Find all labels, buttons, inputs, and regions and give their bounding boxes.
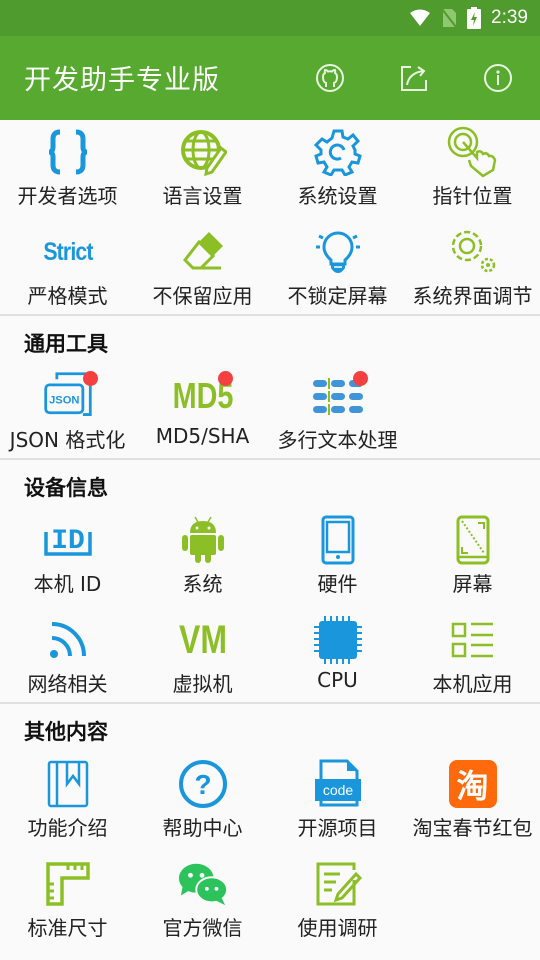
vm-icon: VM	[178, 617, 227, 662]
tools-grid: JSON JSON 格式化 MD5 MD5/SHA 多行文本处理	[0, 364, 540, 464]
section-title-tools: 通用工具	[24, 332, 108, 356]
cpu-item[interactable]: CPU	[270, 608, 405, 708]
system-settings-item[interactable]: 系统设置	[270, 120, 405, 220]
app-list-icon	[447, 614, 499, 666]
info-icon	[484, 64, 512, 92]
virtual-machine-item[interactable]: VM 虚拟机	[135, 608, 270, 708]
id-icon: ID	[42, 514, 94, 566]
new-badge	[82, 371, 98, 386]
open-source-item[interactable]: code 开源项目	[270, 752, 405, 852]
no-sim-icon	[441, 8, 457, 28]
multiline-text-icon	[312, 370, 368, 422]
cpu-icon	[312, 614, 364, 666]
json-icon: JSON	[42, 370, 98, 422]
svg-text:code: code	[322, 782, 353, 798]
language-settings-item[interactable]: 语言设置	[135, 120, 270, 220]
stay-awake-item[interactable]: 不锁定屏幕	[270, 220, 405, 320]
gear-icon	[312, 126, 364, 178]
standard-size-item[interactable]: 标准尺寸	[0, 852, 135, 952]
strict-text-icon: Strict	[42, 237, 93, 266]
wechat-icon	[177, 858, 229, 910]
new-badge	[217, 371, 233, 386]
eraser-icon	[177, 226, 229, 278]
touch-icon	[447, 126, 499, 178]
phone-icon	[312, 514, 364, 566]
help-center-item[interactable]: ? 帮助中心	[135, 752, 270, 852]
app-bar: 开发助手专业版	[0, 36, 540, 120]
pointer-location-item[interactable]: 指针位置	[405, 120, 540, 220]
network-item[interactable]: 网络相关	[0, 608, 135, 708]
md5-sha-item[interactable]: MD5 MD5/SHA	[135, 364, 270, 464]
installed-apps-item[interactable]: 本机应用	[405, 608, 540, 708]
developer-options-item[interactable]: 开发者选项	[0, 120, 135, 220]
new-badge	[352, 371, 368, 386]
braces-icon	[42, 126, 94, 178]
screen-item[interactable]: 屏幕	[405, 508, 540, 608]
android-icon	[177, 514, 229, 566]
survey-item[interactable]: 使用调研	[270, 852, 405, 952]
svg-text:JSON: JSON	[49, 394, 79, 406]
dont-keep-activities-item[interactable]: 不保留应用	[135, 220, 270, 320]
share-icon	[401, 66, 427, 91]
official-wechat-item[interactable]: 官方微信	[135, 852, 270, 952]
clock: 2:39	[491, 7, 528, 28]
wifi-icon	[409, 9, 431, 27]
md5-icon: MD5	[172, 370, 233, 422]
svg-text:?: ?	[194, 769, 211, 800]
main-content: 开发者选项 语言设置 系统设置 指针位置 Strict 严格模式 不保留应用 不…	[0, 120, 540, 952]
device-id-item[interactable]: ID 本机 ID	[0, 508, 135, 608]
survey-icon	[312, 858, 364, 910]
status-bar: 2:39	[0, 0, 540, 36]
json-formatter-item[interactable]: JSON JSON 格式化	[0, 364, 135, 464]
system-item[interactable]: 系统	[135, 508, 270, 608]
quick-settings-grid: 开发者选项 语言设置 系统设置 指针位置 Strict 严格模式 不保留应用 不…	[0, 120, 540, 320]
taobao-icon: 淘	[447, 758, 499, 810]
other-grid: 功能介绍 ? 帮助中心 code 开源项目 淘 淘宝春节红包 标准尺寸 官方微信…	[0, 752, 540, 952]
globe-pencil-icon	[177, 126, 229, 178]
taobao-red-packet-item[interactable]: 淘 淘宝春节红包	[405, 752, 540, 852]
battery-charging-icon	[467, 7, 482, 29]
help-icon: ?	[177, 758, 229, 810]
book-icon	[42, 758, 94, 810]
device-info-grid: ID 本机 ID 系统 硬件 屏幕 网络相关 VM 虚拟机 CPU 本机应用	[0, 508, 540, 708]
app-title: 开发助手专业版	[24, 65, 220, 96]
github-button[interactable]	[314, 62, 346, 94]
section-title-other: 其他内容	[24, 720, 108, 744]
screen-icon	[447, 514, 499, 566]
strict-mode-item[interactable]: Strict 严格模式	[0, 220, 135, 320]
github-icon	[316, 64, 344, 92]
info-button[interactable]	[482, 62, 514, 94]
ruler-icon	[42, 858, 94, 910]
hardware-item[interactable]: 硬件	[270, 508, 405, 608]
rss-icon	[42, 614, 94, 666]
section-title-device-info: 设备信息	[24, 476, 108, 500]
gears-icon	[447, 226, 499, 278]
svg-text:ID: ID	[51, 526, 85, 557]
system-ui-tuner-item[interactable]: 系统界面调节	[405, 220, 540, 320]
share-button[interactable]	[398, 62, 430, 94]
feature-intro-item[interactable]: 功能介绍	[0, 752, 135, 852]
code-file-icon: code	[312, 758, 364, 810]
lightbulb-icon	[312, 226, 364, 278]
multiline-text-item[interactable]: 多行文本处理	[270, 364, 405, 464]
